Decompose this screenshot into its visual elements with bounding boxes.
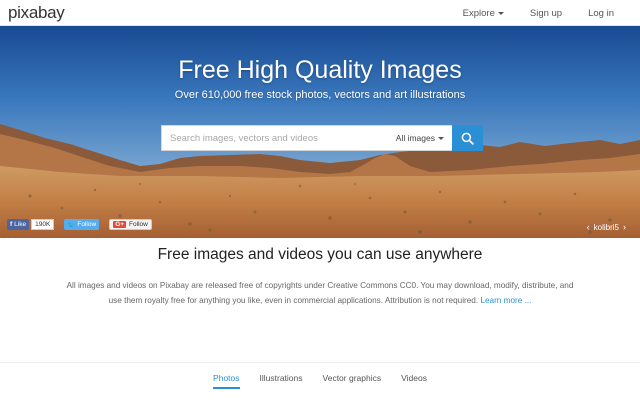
search-icon (461, 132, 474, 145)
explore-label: Explore (462, 7, 495, 19)
hero-title: Free High Quality Images (178, 56, 462, 84)
google-plus-icon: G+ (113, 221, 127, 228)
intro-heading: Free images and videos you can use anywh… (157, 246, 483, 263)
learn-more-link[interactable]: Learn more ... (480, 296, 531, 305)
chevron-left-icon[interactable]: ‹ (587, 222, 590, 232)
intro-text: All images and videos on Pixabay are rel… (60, 279, 580, 308)
photo-credit: ‹ kolibri5 › (583, 222, 630, 232)
tab-videos[interactable]: Videos (401, 363, 427, 389)
tab-photos[interactable]: Photos (213, 363, 240, 389)
chevron-down-icon (438, 136, 444, 140)
twitter-follow-label: Follow (77, 221, 97, 228)
media-type-select[interactable]: All images (396, 133, 452, 143)
search-bar: All images (161, 125, 483, 151)
search-input[interactable] (162, 126, 396, 150)
twitter-follow-button[interactable]: 🐦 Follow (64, 219, 100, 230)
header-nav: Explore Sign up Log in (463, 0, 640, 26)
facebook-like-button[interactable]: f Like (7, 219, 30, 230)
explore-menu[interactable]: Explore (463, 8, 504, 19)
twitter-bird-icon: 🐦 (67, 221, 76, 229)
top-nav-bar: pixabay Explore Sign up Log in (0, 0, 640, 26)
media-tabs: Photos Illustrations Vector graphics Vid… (0, 363, 640, 400)
facebook-icon: f (10, 221, 13, 228)
chevron-right-icon[interactable]: › (623, 222, 626, 232)
photographer-name[interactable]: kolibri5 (594, 223, 619, 232)
chevron-down-icon (497, 11, 504, 15)
hero-subtitle: Over 610,000 free stock photos, vectors … (174, 89, 466, 101)
signup-link[interactable]: Sign up (530, 8, 562, 19)
media-type-label: All images (395, 133, 435, 143)
tab-illustrations[interactable]: Illustrations (260, 363, 303, 389)
search-button[interactable] (452, 125, 483, 151)
login-link[interactable]: Log in (588, 8, 614, 19)
gplus-follow-label: Follow (129, 221, 148, 228)
tab-vector-graphics[interactable]: Vector graphics (323, 363, 382, 389)
facebook-like-count: 190K (31, 219, 55, 230)
social-buttons: f Like 190K 🐦 Follow G+ Follow (7, 219, 154, 230)
hero-banner: Free High Quality Images Over 610,000 fr… (0, 26, 640, 238)
pixabay-logo[interactable]: pixabay (8, 3, 65, 23)
gplus-follow-button[interactable]: G+ Follow (109, 219, 152, 230)
facebook-like-label: Like (14, 221, 27, 228)
